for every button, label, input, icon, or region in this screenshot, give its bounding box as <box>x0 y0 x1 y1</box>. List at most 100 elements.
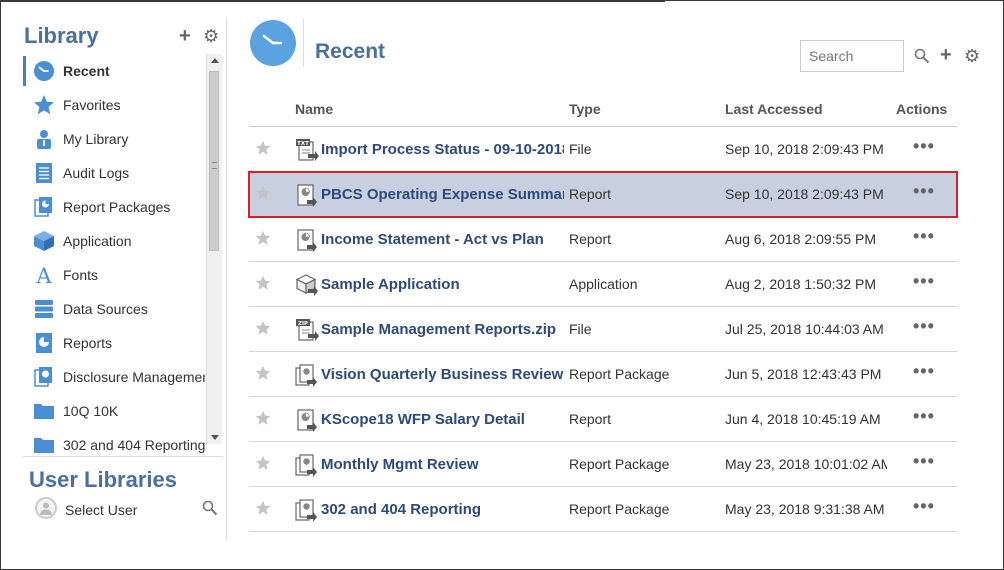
item-name-link[interactable]: Income Statement - Act vs Plan <box>321 231 564 248</box>
library-dialog: Library + ⚙ Recent Favorites My Library Aud… <box>0 0 1004 570</box>
sidebar-item-disclosure-management[interactable]: Disclosure Management <box>21 360 205 394</box>
sidebar-item-application[interactable]: Application <box>21 224 205 258</box>
zip-file-icon: ZIP <box>295 318 319 342</box>
disclosure-icon <box>33 366 55 388</box>
item-last-accessed: May 23, 2018 9:31:38 AM <box>725 501 885 517</box>
avatar[interactable] <box>35 497 57 519</box>
table-row[interactable]: TXT Import Process Status - 09-10-2018 Fil… <box>249 127 957 172</box>
star-icon <box>33 94 55 116</box>
scroll-down-icon[interactable] <box>211 435 219 440</box>
item-name-link[interactable]: KScope18 WFP Salary Detail <box>321 411 564 428</box>
item-last-accessed: Jun 4, 2018 10:45:19 AM <box>725 411 881 427</box>
item-name-link[interactable]: Sample Application <box>321 276 564 293</box>
sidebar-item-fonts[interactable]: A Fonts <box>21 258 205 292</box>
sidebar-item-10q-10k[interactable]: 10Q 10K <box>21 394 205 428</box>
item-name-link[interactable]: PBCS Operating Expense Summary <box>321 186 564 203</box>
sidebar-item-302-and-404-reporting[interactable]: 302 and 404 Reporting <box>21 428 205 454</box>
sidebar-item-label: Report Packages <box>63 199 171 215</box>
actions-menu-button[interactable]: ••• <box>913 136 935 157</box>
table-row[interactable]: Monthly Mgmt Review Report Package May 23,… <box>249 442 957 487</box>
sidebar-item-my-library[interactable]: My Library <box>21 122 205 156</box>
item-type: File <box>569 321 592 337</box>
table-row[interactable]: Vision Quarterly Business Review Report P… <box>249 352 957 397</box>
sidebar-item-report-packages[interactable]: Report Packages <box>21 190 205 224</box>
folder-icon <box>33 400 55 422</box>
txt-file-icon: TXT <box>295 138 319 162</box>
item-last-accessed: Jun 5, 2018 12:43:43 PM <box>725 366 882 382</box>
search-icon[interactable] <box>914 48 930 69</box>
table-row[interactable]: Income Statement - Act vs Plan Report Aug … <box>249 217 957 262</box>
gear-icon[interactable]: ⚙ <box>203 26 219 46</box>
sidebar-item-label: Favorites <box>63 97 121 113</box>
report-icon <box>295 228 319 252</box>
actions-menu-button[interactable]: ••• <box>913 496 935 517</box>
select-user-link[interactable]: Select User <box>65 502 137 518</box>
item-name-link[interactable]: Monthly Mgmt Review <box>321 456 564 473</box>
add-icon[interactable]: + <box>179 26 191 46</box>
item-type: Report Package <box>569 366 670 382</box>
item-name-link[interactable]: Sample Management Reports.zip <box>321 321 564 338</box>
table-row[interactable]: PBCS Operating Expense Summary Report Sep … <box>248 171 958 218</box>
item-name-link[interactable]: Import Process Status - 09-10-2018 <box>321 141 564 158</box>
sidebar-item-label: My Library <box>63 131 129 147</box>
application-icon <box>295 273 319 297</box>
column-header-last-accessed[interactable]: Last Accessed <box>725 101 823 117</box>
panel-divider <box>226 19 227 539</box>
column-header-name[interactable]: Name <box>295 101 333 117</box>
sidebar-item-label: Audit Logs <box>63 165 130 181</box>
favorite-star-icon[interactable] <box>255 230 271 246</box>
favorite-star-icon[interactable] <box>255 455 271 471</box>
actions-menu-button[interactable]: ••• <box>913 316 935 337</box>
search-input[interactable] <box>800 40 904 72</box>
column-header-type[interactable]: Type <box>569 101 601 117</box>
sidebar-item-favorites[interactable]: Favorites <box>21 88 205 122</box>
sidebar-item-audit-logs[interactable]: Audit Logs <box>21 156 205 190</box>
page-title: Recent <box>315 40 386 63</box>
item-type: Report Package <box>569 456 670 472</box>
actions-menu-button[interactable]: ••• <box>913 406 935 427</box>
report-package-icon <box>33 196 55 218</box>
actions-menu-button[interactable]: ••• <box>913 361 935 382</box>
item-name-link[interactable]: Vision Quarterly Business Review <box>321 366 564 383</box>
favorite-star-icon[interactable] <box>255 410 271 426</box>
sidebar-item-reports[interactable]: Reports <box>21 326 205 360</box>
favorite-star-icon[interactable] <box>255 140 271 156</box>
table-row[interactable]: Sample Application Application Aug 2, 2018… <box>249 262 957 307</box>
sidebar-item-label: Data Sources <box>63 301 148 317</box>
table-row[interactable]: KScope18 WFP Salary Detail Report Jun 4, 2… <box>249 397 957 442</box>
add-icon[interactable]: + <box>940 45 952 65</box>
scroll-up-icon[interactable] <box>211 58 219 63</box>
gear-icon[interactable]: ⚙ <box>964 46 980 66</box>
sidebar-item-data-sources[interactable]: Data Sources <box>21 292 205 326</box>
report-package-icon <box>295 498 319 522</box>
item-type: Report <box>569 186 612 202</box>
item-type: File <box>569 141 592 157</box>
favorite-star-icon[interactable] <box>255 365 271 381</box>
favorite-star-icon[interactable] <box>255 320 271 336</box>
scrollbar-thumb[interactable] <box>209 71 219 251</box>
database-icon <box>33 298 55 320</box>
sidebar-item-label: Disclosure Management <box>63 369 205 385</box>
item-last-accessed: Aug 2, 2018 1:50:32 PM <box>725 276 876 292</box>
actions-menu-button[interactable]: ••• <box>913 451 935 472</box>
svg-text:ZIP: ZIP <box>298 321 308 327</box>
actions-menu-button[interactable]: ••• <box>913 226 935 247</box>
sidebar-item-label: Reports <box>63 335 113 351</box>
table-row[interactable]: ZIP Sample Management Reports.zip File Jul … <box>249 307 957 352</box>
favorite-star-icon[interactable] <box>255 185 271 201</box>
recent-table: Name Type Last Accessed Actions TXT Impor… <box>248 93 958 532</box>
item-type: Report <box>569 231 612 247</box>
item-name-link[interactable]: 302 and 404 Reporting <box>321 501 564 518</box>
favorite-star-icon[interactable] <box>255 500 271 516</box>
actions-menu-button[interactable]: ••• <box>913 271 935 292</box>
report-package-icon <box>295 363 319 387</box>
favorite-star-icon[interactable] <box>255 275 271 291</box>
table-body: TXT Import Process Status - 09-10-2018 Fil… <box>248 127 958 532</box>
sidebar-item-recent[interactable]: Recent <box>21 54 205 88</box>
actions-menu-button[interactable]: ••• <box>913 181 935 202</box>
sidebar-scrollbar[interactable] <box>206 54 222 444</box>
table-row[interactable]: 302 and 404 Reporting Report Package May 2… <box>249 487 957 532</box>
search-icon[interactable] <box>202 500 218 521</box>
sidebar-item-label: Fonts <box>63 267 99 283</box>
clock-icon <box>250 20 296 66</box>
